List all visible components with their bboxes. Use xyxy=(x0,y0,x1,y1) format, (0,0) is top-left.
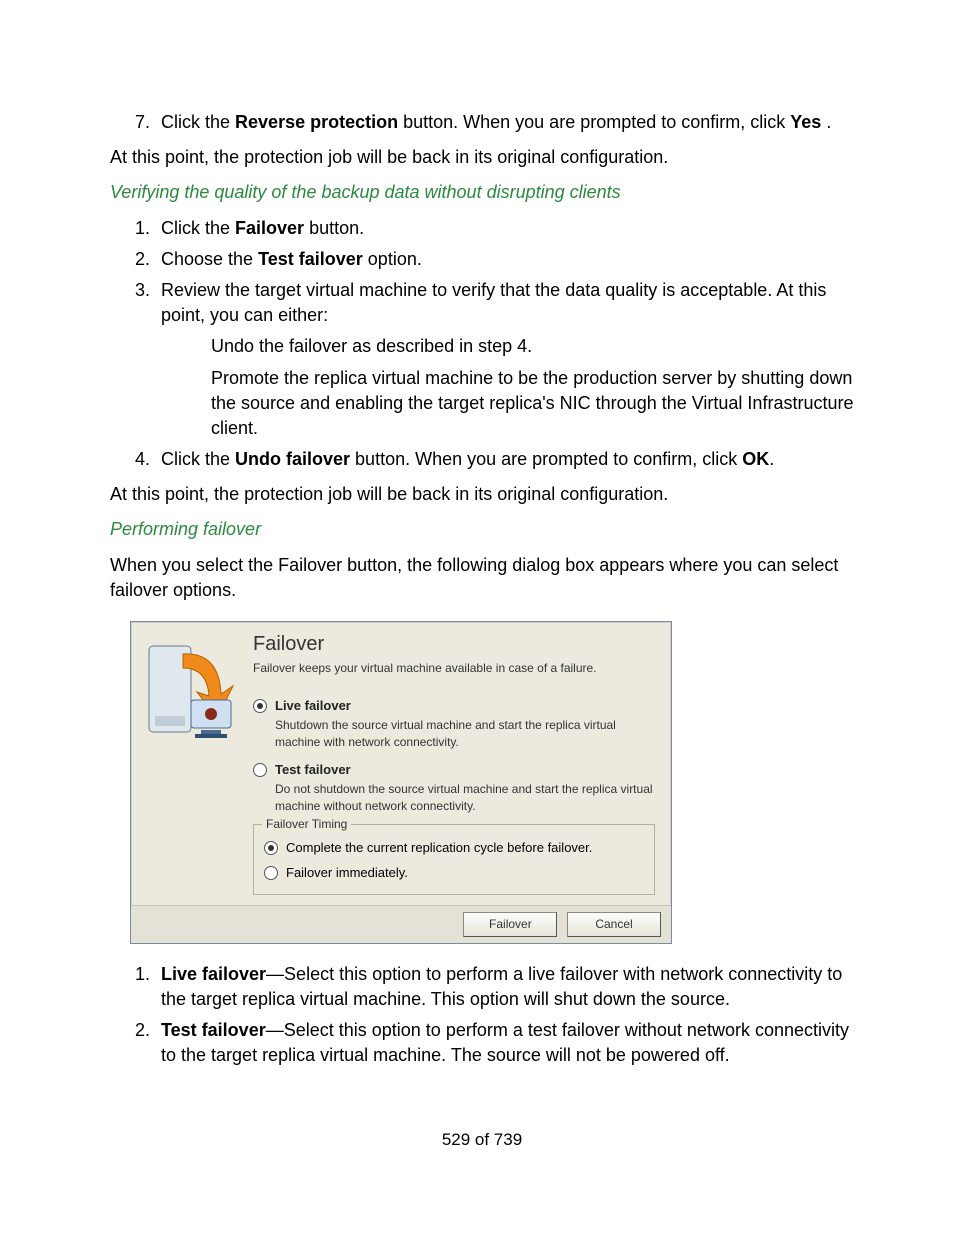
v1-suffix: button. xyxy=(304,218,364,238)
radio-live-desc: Shutdown the source virtual machine and … xyxy=(275,717,655,751)
dialog-subtitle: Failover keeps your virtual machine avai… xyxy=(253,660,655,677)
step7-bold: Reverse protection xyxy=(235,112,398,132)
v4-suffix: . xyxy=(769,449,774,469)
step7-prefix: Click the xyxy=(161,112,235,132)
radio-test-desc: Do not shutdown the source virtual machi… xyxy=(275,781,655,815)
v2-bold: Test failover xyxy=(258,249,363,269)
radio-timing-complete[interactable]: Complete the current replication cycle b… xyxy=(264,839,644,857)
verify-step-2: Choose the Test failover option. xyxy=(155,247,854,272)
radio-timing-immediate[interactable]: Failover immediately. xyxy=(264,864,644,882)
numbered-list-options: Live failover—Select this option to perf… xyxy=(110,962,854,1069)
v2-prefix: Choose the xyxy=(161,249,258,269)
opt2-bold: Test failover xyxy=(161,1020,266,1040)
timing-complete-label: Complete the current replication cycle b… xyxy=(286,839,592,857)
radio-icon xyxy=(264,866,278,880)
paragraph-after-4: At this point, the protection job will b… xyxy=(110,482,854,507)
radio-icon xyxy=(264,841,278,855)
opt1-bold: Live failover xyxy=(161,964,266,984)
cancel-button[interactable]: Cancel xyxy=(567,912,661,937)
failover-timing-group: Failover Timing Complete the current rep… xyxy=(253,824,655,894)
radio-icon xyxy=(253,699,267,713)
radio-test-label: Test failover xyxy=(275,761,351,779)
timing-immediate-label: Failover immediately. xyxy=(286,864,408,882)
option-live-failover: Live failover—Select this option to perf… xyxy=(155,962,854,1012)
radio-live-failover[interactable]: Live failover xyxy=(253,697,655,715)
option-test-failover: Test failover—Select this option to perf… xyxy=(155,1018,854,1068)
failover-button[interactable]: Failover xyxy=(463,912,557,937)
failover-dialog-icon xyxy=(141,630,251,905)
v2-suffix: option. xyxy=(363,249,422,269)
v1-bold: Failover xyxy=(235,218,304,238)
numbered-list-top: Click the Reverse protection button. Whe… xyxy=(110,110,854,135)
paragraph-intro-failover: When you select the Failover button, the… xyxy=(110,553,854,603)
v4-bold2: OK xyxy=(742,449,769,469)
step7-bold2: Yes xyxy=(790,112,821,132)
numbered-list-verify: Click the Failover button. Choose the Te… xyxy=(110,216,854,473)
timing-legend: Failover Timing xyxy=(262,816,351,833)
v3-text: Review the target virtual machine to ver… xyxy=(161,280,826,325)
radio-test-failover[interactable]: Test failover xyxy=(253,761,655,779)
verify-step-3: Review the target virtual machine to ver… xyxy=(155,278,854,441)
v4-mid: button. When you are prompted to confirm… xyxy=(350,449,742,469)
failover-dialog: Failover Failover keeps your virtual mac… xyxy=(130,621,672,944)
dialog-button-bar: Failover Cancel xyxy=(131,905,671,943)
verify-step-3a: Undo the failover as described in step 4… xyxy=(211,334,854,359)
v4-prefix: Click the xyxy=(161,449,235,469)
dialog-title: Failover xyxy=(253,630,655,658)
verify-step-4: Click the Undo failover button. When you… xyxy=(155,447,854,472)
page-number: 529 of 739 xyxy=(110,1128,854,1152)
v4-bold: Undo failover xyxy=(235,449,350,469)
heading-performing: Performing failover xyxy=(110,517,854,542)
verify-step-1: Click the Failover button. xyxy=(155,216,854,241)
heading-verifying: Verifying the quality of the backup data… xyxy=(110,180,854,205)
paragraph-after-7: At this point, the protection job will b… xyxy=(110,145,854,170)
radio-live-label: Live failover xyxy=(275,697,351,715)
step-7: Click the Reverse protection button. Whe… xyxy=(155,110,854,135)
step7-suffix: . xyxy=(821,112,831,132)
v1-prefix: Click the xyxy=(161,218,235,238)
radio-icon xyxy=(253,763,267,777)
verify-step-3b: Promote the replica virtual machine to b… xyxy=(211,366,854,442)
step7-mid: button. When you are prompted to confirm… xyxy=(398,112,790,132)
